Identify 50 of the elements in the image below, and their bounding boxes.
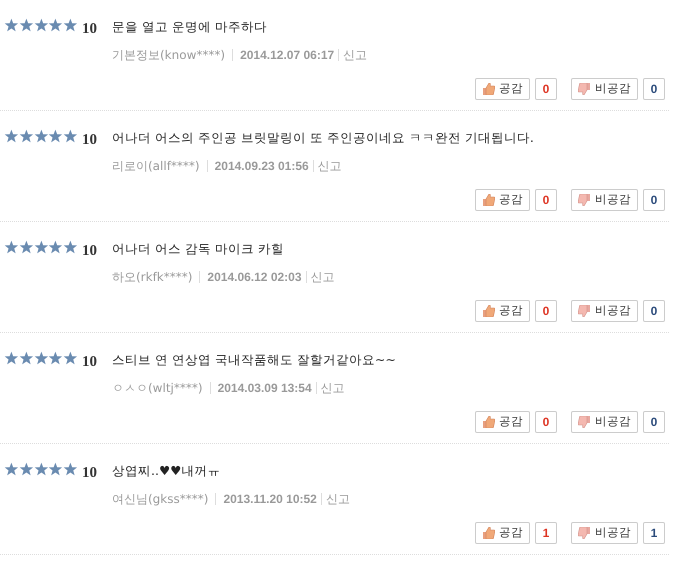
review-date: 2014.03.09 13:54 — [218, 380, 312, 397]
thumbs-down-icon — [578, 416, 591, 428]
review-date: 2014.06.12 02:03 — [207, 268, 302, 286]
author-name: 기본정보(know****) — [112, 46, 226, 64]
like-count: 0 — [535, 410, 557, 433]
like-button[interactable]: 공감 — [475, 410, 530, 433]
dislike-count: 0 — [643, 188, 665, 211]
author-name: 하오(rkfk****) — [112, 268, 192, 286]
review-date: 2013.11.20 10:52 — [223, 490, 317, 508]
like-button[interactable]: 공감 — [475, 188, 530, 211]
score: 10 — [81, 464, 98, 483]
score: 10 — [81, 353, 98, 372]
review-text: 어나더 어스의 주인공 브릿말링이 또 주인공이네요 ㅋㅋ완전 기대됩니다. — [112, 129, 535, 147]
score: 10 — [81, 20, 98, 39]
dislike-button[interactable]: 비공감 — [571, 78, 638, 100]
dislike-button[interactable]: 비공감 — [571, 188, 638, 211]
dislike-button[interactable]: 비공감 — [571, 522, 638, 544]
thumbs-down-icon — [578, 82, 591, 95]
dislike-button[interactable]: 비공감 — [571, 410, 638, 433]
thumbs-up-icon — [482, 194, 495, 206]
author-name: 리로이(allf****) — [112, 158, 200, 175]
review-date: 2014.12.07 06:17 — [240, 46, 334, 64]
dislike-count: 1 — [643, 522, 665, 544]
score: 10 — [81, 131, 98, 150]
dislike-button[interactable]: 비공감 — [571, 300, 638, 322]
thumbs-up-icon — [482, 416, 495, 428]
like-count: 0 — [535, 300, 557, 322]
review-text: 상엽찌..♥♥내꺼ㅠ — [112, 462, 222, 480]
dislike-count: 0 — [643, 410, 665, 433]
like-count: 0 — [535, 78, 557, 100]
author-name: ㅇㅅㅇ(wltj****) — [112, 380, 203, 397]
dislike-count: 0 — [643, 300, 665, 322]
thumbs-down-icon — [578, 194, 591, 206]
review-text: 어나더 어스 감독 마이크 카힐 — [112, 240, 285, 258]
like-button[interactable]: 공감 — [475, 300, 530, 322]
review-date: 2014.09.23 01:56 — [214, 158, 309, 175]
thumbs-up-icon — [482, 304, 495, 317]
thumbs-up-icon — [482, 82, 495, 95]
thumbs-down-icon — [578, 526, 591, 539]
author-name: 여신님(gkss****) — [112, 490, 208, 508]
like-count: 1 — [535, 522, 557, 544]
score: 10 — [81, 242, 98, 261]
like-button[interactable]: 공감 — [475, 78, 530, 100]
review-text: 문을 열고 운명에 마주하다 — [112, 18, 268, 36]
like-count: 0 — [535, 188, 557, 211]
review-text: 스티브 연 연상엽 국내작품해도 잘할거같아요~~ — [112, 351, 397, 369]
thumbs-down-icon — [578, 304, 591, 317]
thumbs-up-icon — [482, 526, 495, 539]
dislike-count: 0 — [643, 78, 665, 100]
like-button[interactable]: 공감 — [475, 522, 530, 544]
